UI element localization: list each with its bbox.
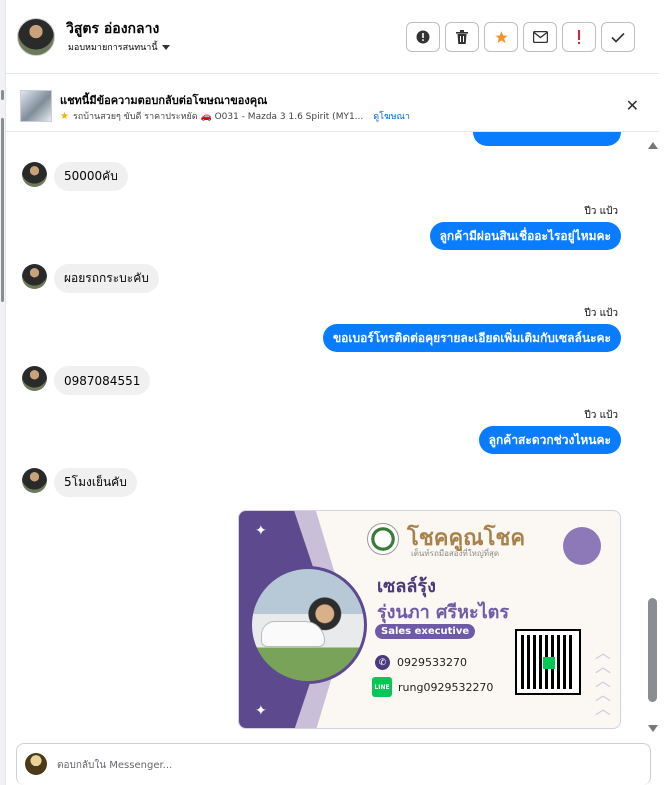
reply-input-placeholder[interactable]: ตอบกลับใน Messenger...: [57, 758, 172, 773]
ad-thumbnail: [20, 90, 52, 122]
page-avatar: [25, 753, 47, 775]
ad-banner-title: แชทนี้มีข้อความตอบกลับต่อโฆษณาของคุณ: [60, 94, 268, 107]
thread-scrollbar[interactable]: [646, 138, 660, 734]
sender-avatar: [22, 162, 47, 187]
star-icon: ★: [60, 110, 69, 122]
ad-name: รถบ้านสวยๆ ขับดี ราคาประหยัด 🚗 O031 - Ma…: [72, 112, 364, 122]
view-ad-link[interactable]: ดูโฆษณา: [373, 109, 410, 123]
conversation-window: วิสูตร อ่องกลาง มอบหมายการสนทนานี้ แชทนี…: [0, 0, 665, 785]
trash-icon: [456, 30, 468, 44]
mail-button[interactable]: [523, 22, 557, 52]
message-sender-label: ปีว แป้ว: [584, 308, 618, 319]
conversation-header: วิสูตร อ่องกลาง มอบหมายการสนทนานี้: [6, 0, 659, 74]
message-bubble-incoming: 5โมงเย็นคับ: [54, 468, 137, 497]
message-thread[interactable]: 50000คับ ปีว แป้ว ลูกค้ามีผ่อนสินเชื่ออะ…: [6, 132, 644, 732]
phone-icon: ✆: [375, 655, 390, 670]
report-button[interactable]: [406, 22, 440, 52]
card-nickname: เซลล์รุ้ง: [377, 576, 436, 597]
scroll-up-arrow[interactable]: [648, 142, 658, 149]
message-bubble-outgoing: ลูกค้ามีผ่อนสินเชื่ออะไรอยู่ไหมคะ: [429, 222, 621, 250]
contact-avatar[interactable]: [17, 18, 55, 56]
card-phone: 0929533270: [397, 656, 467, 669]
line-icon: LINE: [372, 677, 392, 697]
card-position: Sales executive: [375, 624, 476, 639]
assign-conversation-dropdown[interactable]: มอบหมายการสนทนานี้: [68, 40, 170, 54]
sparkle-icon: ✦: [255, 523, 267, 539]
star-button[interactable]: [484, 22, 518, 52]
card-tagline: เต็นท์รถมือสองที่ใหญ่ที่สุด: [411, 549, 500, 558]
close-icon[interactable]: ✕: [626, 96, 639, 115]
card-phone-row: ✆ 0929533270: [375, 655, 467, 670]
dealer-logo: [367, 523, 399, 555]
chevron-down-icon: [161, 44, 170, 50]
sender-avatar: [22, 264, 47, 289]
contact-name[interactable]: วิสูตร อ่องกลาง: [66, 18, 159, 40]
sparkle-icon: ✦: [255, 703, 267, 719]
car-image: [261, 621, 325, 647]
star-icon: [494, 30, 508, 43]
card-line-id: rung0929532270: [398, 680, 494, 694]
ad-banner-subtitle: ★ รถบ้านสวยๆ ขับดี ราคาประหยัด 🚗 O031 - …: [60, 109, 410, 123]
decorative-circle: [563, 527, 601, 565]
message-bubble-outgoing: ลูกค้าสะดวกช่วงไหนคะ: [478, 426, 621, 454]
spam-icon: [578, 29, 580, 44]
decorative-chevrons: ︿ ︿ ︿ ︿ ︿: [595, 643, 612, 718]
qr-code: [515, 629, 581, 695]
done-button[interactable]: [601, 22, 635, 52]
scroll-thumb[interactable]: [648, 598, 657, 702]
message-sender-label: ปีว แป้ว: [584, 410, 618, 421]
message-bubble-incoming: 0987084551: [54, 366, 151, 395]
card-line-row: LINE rung0929532270: [372, 677, 493, 697]
scroll-down-arrow[interactable]: [648, 725, 658, 732]
sender-avatar: [22, 366, 47, 391]
message-sender-label: ปีว แป้ว: [584, 206, 618, 217]
report-icon: [416, 30, 430, 44]
check-icon: [611, 32, 625, 43]
ad-reply-banner: แชทนี้มีข้อความตอบกลับต่อโฆษณาของคุณ ★ ร…: [6, 74, 659, 132]
delete-button[interactable]: [445, 22, 479, 52]
business-card-image[interactable]: ✦ ✦ โชคคูณโชค เต็นท์รถมือสองที่ใหญ่ที่สุ…: [238, 510, 621, 729]
assign-label: มอบหมายการสนทนานี้: [68, 43, 158, 53]
header-actions: [406, 22, 635, 52]
card-fullname: รุ่งนภา ศรีหะไตร: [377, 602, 510, 623]
mail-icon: [532, 31, 548, 43]
message-bubble-incoming: ผอยรถกระบะคับ: [54, 264, 159, 293]
message-bubble-incoming: 50000คับ: [54, 162, 128, 191]
spam-button[interactable]: [562, 22, 596, 52]
reply-composer[interactable]: ตอบกลับใน Messenger...: [16, 743, 651, 785]
sender-avatar: [22, 468, 47, 493]
message-bubble-outgoing: ขอเบอร์โทรติดต่อคุยรายละเอียดเพิ่มเติมกั…: [322, 324, 621, 352]
message-bubble-outgoing: [473, 132, 621, 146]
